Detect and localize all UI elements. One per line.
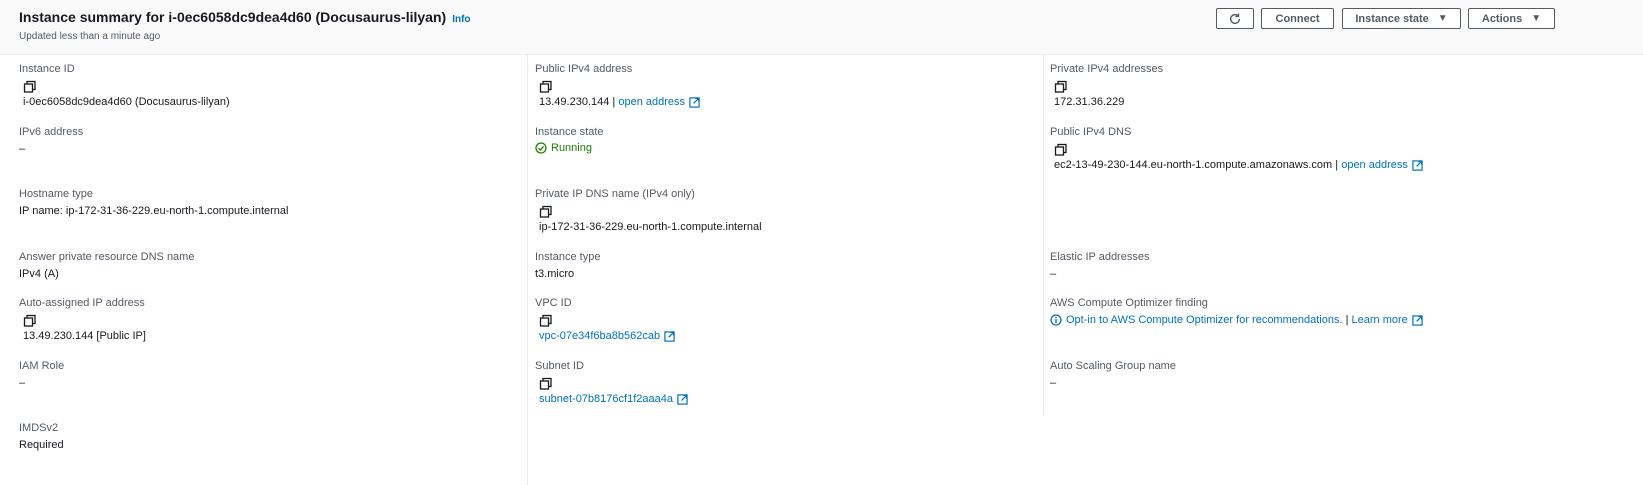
refresh-icon <box>1229 12 1241 24</box>
field-value: – <box>1050 268 1057 280</box>
field-label: VPC ID <box>535 297 572 309</box>
copy-icon[interactable] <box>1054 80 1068 94</box>
instance-state-dropdown[interactable]: Instance state ▼ <box>1342 8 1461 29</box>
external-link-icon[interactable] <box>677 393 688 405</box>
copy-icon[interactable] <box>539 314 553 328</box>
external-link-icon[interactable] <box>664 330 675 342</box>
field-ipv6: IPv6 address – <box>19 126 83 155</box>
field-imdsv2: IMDSv2 Required <box>19 422 64 451</box>
field-instance-type: Instance type t3.micro <box>535 251 600 280</box>
updated-timestamp: Updated less than a minute ago <box>19 31 161 42</box>
field-value: 13.49.230.144 | open address <box>535 96 700 108</box>
caret-down-icon: ▼ <box>1531 13 1542 24</box>
caret-down-icon: ▼ <box>1437 13 1448 24</box>
field-label: Subnet ID <box>535 360 584 372</box>
field-label: Instance type <box>535 251 601 263</box>
field-label: Instance state <box>535 126 604 138</box>
field-label: AWS Compute Optimizer finding <box>1050 297 1208 309</box>
field-label: Answer private resource DNS name <box>19 251 195 263</box>
field-value: t3.micro <box>535 268 575 280</box>
field-public-dns: Public IPv4 DNS ec2-13-49-230-144.eu-nor… <box>1050 126 1423 171</box>
summary-header: Instance summary for i-0ec6058dc9dea4d60… <box>0 0 1643 55</box>
public-ip-text: 13.49.230.144 <box>539 96 610 108</box>
actions-dropdown[interactable]: Actions ▼ <box>1468 8 1555 29</box>
field-value: ec2-13-49-230-144.eu-north-1.compute.ama… <box>1050 159 1423 171</box>
separator: | <box>609 96 619 108</box>
info-link[interactable]: Info <box>452 14 470 25</box>
subnet-id-link[interactable]: subnet-07b8176cf1f2aaa4a <box>539 393 673 405</box>
field-instance-state: Instance state Running <box>535 126 604 154</box>
field-label: Private IPv4 addresses <box>1050 63 1164 75</box>
field-compute-optimizer: AWS Compute Optimizer finding Opt-in to … <box>1050 297 1423 326</box>
opt-in-link[interactable]: Opt-in to AWS Compute Optimizer for reco… <box>1066 314 1343 326</box>
page-title-text: Instance summary for i-0ec6058dc9dea4d60… <box>19 9 447 25</box>
field-subnet-id: Subnet ID subnet-07b8176cf1f2aaa4a <box>535 360 688 405</box>
field-private-ip-dns: Private IP DNS name (IPv4 only) ip-172-3… <box>535 188 762 233</box>
field-value: 13.49.230.144 [Public IP] <box>23 330 146 342</box>
field-value: vpc-07e34f6ba8b562cab <box>535 330 675 342</box>
vpc-id-link[interactable]: vpc-07e34f6ba8b562cab <box>539 330 660 342</box>
field-label: Public IPv4 address <box>535 63 633 75</box>
field-label: Instance ID <box>19 63 75 75</box>
external-link-icon[interactable] <box>689 96 700 108</box>
field-label: Auto-assigned IP address <box>19 297 145 309</box>
copy-icon[interactable] <box>23 80 37 94</box>
instance-state-label: Instance state <box>1355 12 1429 25</box>
field-iam-role: IAM Role – <box>19 360 64 389</box>
field-value: IP name: ip-172-31-36-229.eu-north-1.com… <box>19 205 289 217</box>
field-label: Public IPv4 DNS <box>1050 126 1132 138</box>
field-asg-name: Auto Scaling Group name – <box>1050 360 1176 389</box>
field-label: Hostname type <box>19 188 93 200</box>
field-value: – <box>19 377 26 389</box>
page-title: Instance summary for i-0ec6058dc9dea4d60… <box>19 9 471 25</box>
field-elastic-ip: Elastic IP addresses – <box>1050 251 1149 280</box>
copy-icon[interactable] <box>539 377 553 391</box>
connect-label: Connect <box>1275 12 1320 25</box>
copy-icon[interactable] <box>1054 143 1068 157</box>
separator: | <box>1332 159 1342 171</box>
copy-icon[interactable] <box>23 314 37 328</box>
field-answer-dns: Answer private resource DNS name IPv4 (A… <box>19 251 194 280</box>
status-text: Running <box>551 142 592 154</box>
copy-icon[interactable] <box>539 205 553 219</box>
field-vpc-id: VPC ID vpc-07e34f6ba8b562cab <box>535 297 675 342</box>
check-circle-icon <box>535 142 547 154</box>
field-auto-assigned-ip: Auto-assigned IP address 13.49.230.144 [… <box>19 297 146 342</box>
field-value: i-0ec6058dc9dea4d60 (Docusaurus-lilyan) <box>23 96 230 108</box>
field-value: Opt-in to AWS Compute Optimizer for reco… <box>1050 314 1423 326</box>
field-value: IPv4 (A) <box>19 268 59 280</box>
refresh-button[interactable] <box>1216 8 1254 29</box>
open-address-link[interactable]: open address <box>1341 159 1408 171</box>
field-public-ipv4: Public IPv4 address 13.49.230.144 | open… <box>535 63 700 108</box>
copy-icon[interactable] <box>539 80 553 94</box>
field-value: – <box>19 143 26 155</box>
public-dns-text: ec2-13-49-230-144.eu-north-1.compute.ama… <box>1054 159 1333 171</box>
field-label: IPv6 address <box>19 126 84 138</box>
column-divider <box>527 55 528 485</box>
info-icon <box>1050 314 1062 326</box>
external-link-icon[interactable] <box>1412 314 1423 326</box>
field-value: Required <box>19 439 64 451</box>
field-value: 172.31.36.229 <box>1054 96 1125 108</box>
status-running: Running <box>535 142 604 154</box>
learn-more-link[interactable]: Learn more <box>1352 314 1408 326</box>
field-label: IAM Role <box>19 360 65 372</box>
field-value: – <box>1050 377 1057 389</box>
field-label: IMDSv2 <box>19 422 59 434</box>
field-value: subnet-07b8176cf1f2aaa4a <box>535 393 688 405</box>
field-label: Auto Scaling Group name <box>1050 360 1176 372</box>
external-link-icon[interactable] <box>1412 159 1423 171</box>
field-label: Private IP DNS name (IPv4 only) <box>535 188 695 200</box>
field-instance-id: Instance ID i-0ec6058dc9dea4d60 (Docusau… <box>19 63 230 108</box>
column-divider <box>1043 55 1044 415</box>
connect-button[interactable]: Connect <box>1261 8 1334 29</box>
field-hostname-type: Hostname type IP name: ip-172-31-36-229.… <box>19 188 288 217</box>
field-value: ip-172-31-36-229.eu-north-1.compute.inte… <box>539 221 762 233</box>
actions-label: Actions <box>1481 12 1523 25</box>
field-label: Elastic IP addresses <box>1050 251 1150 263</box>
separator: | <box>1342 314 1352 326</box>
open-address-link[interactable]: open address <box>618 96 685 108</box>
field-private-ipv4: Private IPv4 addresses 172.31.36.229 <box>1050 63 1163 108</box>
